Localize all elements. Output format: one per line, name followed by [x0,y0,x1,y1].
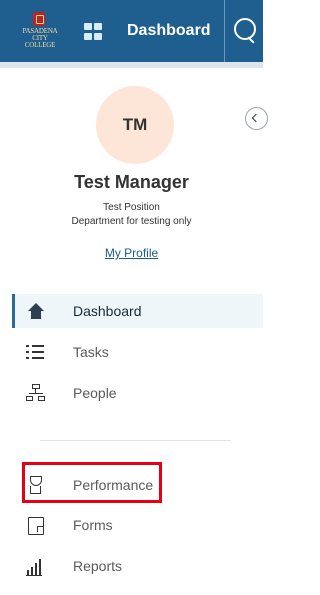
reports-icon [26,556,46,576]
search-icon[interactable] [233,17,257,43]
page-title: Dashboard [127,22,211,39]
college-logo-text: PASADENA CITY COLLEGE [22,27,58,49]
sidebar-item-label: People [73,385,117,401]
sidebar-item-dashboard[interactable]: Dashboard [12,294,263,328]
sidebar-item-label: Tasks [73,344,109,360]
collapse-sidebar-button[interactable] [245,107,268,130]
search-divider [224,0,225,62]
sidebar-item-performance[interactable]: Performance [12,468,153,502]
sidebar-item-reports[interactable]: Reports [12,549,122,583]
sidebar-item-people[interactable]: People [12,376,117,410]
forms-icon [26,515,46,535]
user-position: Test Position [103,202,160,213]
user-department: Department for testing only [71,216,192,227]
header-separator [0,62,263,68]
people-icon [26,383,46,403]
sidebar-item-label: Dashboard [73,303,142,319]
sidebar-item-label: Reports [73,558,123,574]
home-icon [26,301,46,321]
top-bar: PASADENA CITY COLLEGE Dashboard [0,0,263,62]
trophy-icon [26,475,46,495]
sidebar-item-label: Performance [73,477,154,493]
grid-icon[interactable] [84,23,103,40]
tasks-icon [26,342,46,362]
sidebar-item-forms[interactable]: Forms [12,508,113,542]
college-logo[interactable]: PASADENA CITY COLLEGE [18,12,74,50]
college-seal-icon [33,12,45,26]
sidebar-divider [40,440,231,441]
my-profile-link[interactable]: My Profile [0,246,263,260]
user-name: Test Manager [74,172,189,192]
sidebar-item-tasks[interactable]: Tasks [12,335,109,369]
sidebar-item-label: Forms [73,517,113,533]
avatar: TM [96,86,174,164]
